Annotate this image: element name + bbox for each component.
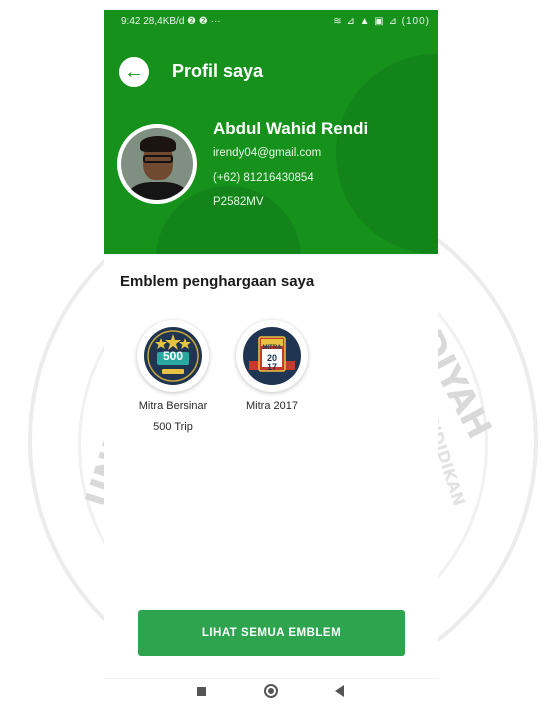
phone-screen: 9:42 28,4KB/d ❷ ❷ ··· ≋ ⊿ ▲ ▣ ⊿ (100) ← …: [104, 10, 438, 708]
profile-code: P2582MV: [213, 196, 264, 208]
status-bar: 9:42 28,4KB/d ❷ ❷ ··· ≋ ⊿ ▲ ▣ ⊿ (100): [104, 10, 438, 34]
profile-email: irendy04@gmail.com: [213, 147, 322, 159]
badge-mitra-text: MITRA: [262, 345, 282, 351]
back-triangle-icon[interactable]: [335, 685, 344, 697]
emblem-label: Mitra 2017: [222, 396, 322, 417]
avatar: [117, 124, 197, 204]
view-all-emblems-button[interactable]: LIHAT SEMUA EMBLEM: [138, 610, 405, 656]
badge-year-bottom: 17: [266, 362, 277, 372]
status-left: 9:42 28,4KB/d ❷ ❷ ···: [121, 16, 221, 27]
recent-apps-icon[interactable]: [197, 687, 206, 696]
profile-header: 9:42 28,4KB/d ❷ ❷ ··· ≋ ⊿ ▲ ▣ ⊿ (100) ← …: [104, 10, 438, 254]
android-nav-bar: [104, 678, 438, 708]
emblem-section: Emblem penghargaan saya 500 Mitra Bersin…: [104, 254, 438, 678]
section-title: Emblem penghargaan saya: [120, 273, 315, 290]
decor-circle: [336, 54, 438, 254]
emblem-label-line2: 500 Trip: [153, 421, 193, 433]
emblem-label: Mitra Bersinar 500 Trip: [124, 396, 222, 438]
profile-name: Abdul Wahid Rendi: [213, 119, 369, 138]
emblem-label-line1: Mitra 2017: [246, 400, 298, 412]
status-right: ≋ ⊿ ▲ ▣ ⊿ (100): [333, 16, 430, 27]
emblem-mitra-bersinar[interactable]: 500: [137, 320, 209, 392]
emblem-mitra-2017[interactable]: MITRA 20 17: [236, 320, 308, 392]
page-title: Profil saya: [172, 61, 264, 81]
back-button[interactable]: ←: [119, 57, 149, 87]
home-icon[interactable]: [264, 684, 278, 698]
badge-500-text: 500: [162, 349, 184, 363]
profile-phone: (+62) 81216430854: [213, 172, 314, 184]
emblem-label-line1: Mitra Bersinar: [138, 400, 208, 412]
arrow-left-icon: ←: [124, 61, 144, 83]
